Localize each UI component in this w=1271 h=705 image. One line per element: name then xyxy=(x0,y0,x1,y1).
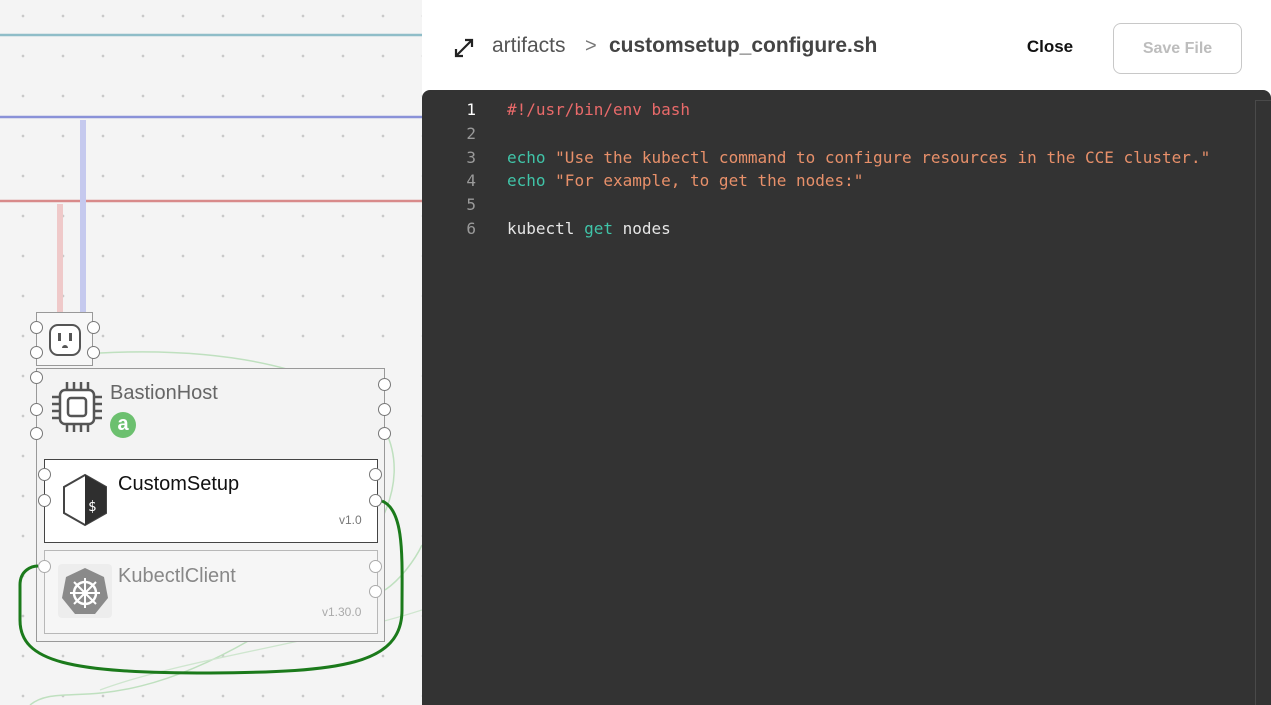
line-text: kubectl get nodes xyxy=(507,217,671,241)
line-text: #!/usr/bin/env bash xyxy=(507,98,690,122)
breadcrumb-root[interactable]: artifacts xyxy=(492,34,566,58)
architecture-canvas[interactable]: BastionHost a $ CustomSetup v1.0 Kubectl… xyxy=(0,0,422,705)
bastion-port-left-3[interactable] xyxy=(30,427,43,440)
bastion-port-left-1[interactable] xyxy=(30,371,43,384)
line-number: 5 xyxy=(466,195,476,215)
line-text: echo "For example, to get the nodes:" xyxy=(507,169,863,193)
line-number: 1 xyxy=(466,100,476,119)
cpu-chip-icon xyxy=(52,382,102,432)
editor-header: artifacts > customsetup_configure.sh Clo… xyxy=(422,0,1271,90)
power-outlet-icon xyxy=(49,324,81,356)
breadcrumb-separator: > xyxy=(585,35,597,57)
custom-setup-port-left-2[interactable] xyxy=(38,494,51,507)
outlet-port-right-2[interactable] xyxy=(87,346,100,359)
save-file-button[interactable]: Save File xyxy=(1113,23,1242,74)
code-token: echo xyxy=(507,147,546,167)
svg-text:$: $ xyxy=(88,499,96,515)
line-number: 2 xyxy=(466,123,476,143)
line-text: echo "Use the kubectl command to configu… xyxy=(507,146,1210,170)
code-token: #!/usr/bin/env bash xyxy=(507,100,691,119)
bastion-port-right-2[interactable] xyxy=(378,403,391,416)
code-token: nodes xyxy=(612,219,671,238)
line-number: 3 xyxy=(466,147,476,167)
kubectl-port-right-1[interactable] xyxy=(369,560,382,573)
bastion-port-right-1[interactable] xyxy=(378,378,391,391)
bastion-port-left-2[interactable] xyxy=(30,403,43,416)
close-button[interactable]: Close xyxy=(1010,30,1090,64)
code-token: "For example, to get the nodes:" xyxy=(555,171,864,191)
code-token: get xyxy=(584,219,613,238)
line-number: 6 xyxy=(466,219,476,238)
kubectl-client-label: KubectlClient xyxy=(118,565,236,587)
custom-setup-label: CustomSetup xyxy=(118,473,240,495)
custom-setup-port-left-1[interactable] xyxy=(38,468,51,481)
power-outlet-node[interactable] xyxy=(36,312,93,366)
line-number: 4 xyxy=(466,171,476,191)
wire-light-green-b xyxy=(384,544,422,591)
kubectl-port-right-2[interactable] xyxy=(369,585,382,598)
code-token: kubectl xyxy=(507,219,585,238)
bash-terminal-icon: $ xyxy=(63,473,107,527)
outlet-port-left-1[interactable] xyxy=(30,321,43,334)
outlet-port-left-2[interactable] xyxy=(30,346,43,359)
editor-scrollbar[interactable] xyxy=(1255,100,1271,705)
code-token: "Use the kubectl command to configure re… xyxy=(555,147,1211,167)
file-editor-panel: artifacts > customsetup_configure.sh Clo… xyxy=(422,0,1271,705)
code-token: echo xyxy=(507,171,546,191)
bastion-host-label: BastionHost xyxy=(110,382,218,404)
bastion-port-right-3[interactable] xyxy=(378,427,391,440)
custom-setup-port-right-1[interactable] xyxy=(369,468,382,481)
custom-setup-port-right-2[interactable] xyxy=(369,494,382,507)
kubectl-port-left-1[interactable] xyxy=(38,560,51,573)
code-editor[interactable]: 1 #!/usr/bin/env bash 2 3 echo "Use the kube… xyxy=(422,90,1271,705)
breadcrumb-filename: customsetup_configure.sh xyxy=(609,34,878,57)
outlet-port-right-1[interactable] xyxy=(87,321,100,334)
custom-setup-version: v1.0 xyxy=(339,513,362,527)
bastion-status-badge: a xyxy=(110,412,136,438)
kubernetes-helm-icon xyxy=(58,564,112,618)
kubectl-client-version: v1.30.0 xyxy=(322,605,362,619)
expand-arrows-icon[interactable] xyxy=(452,36,476,60)
